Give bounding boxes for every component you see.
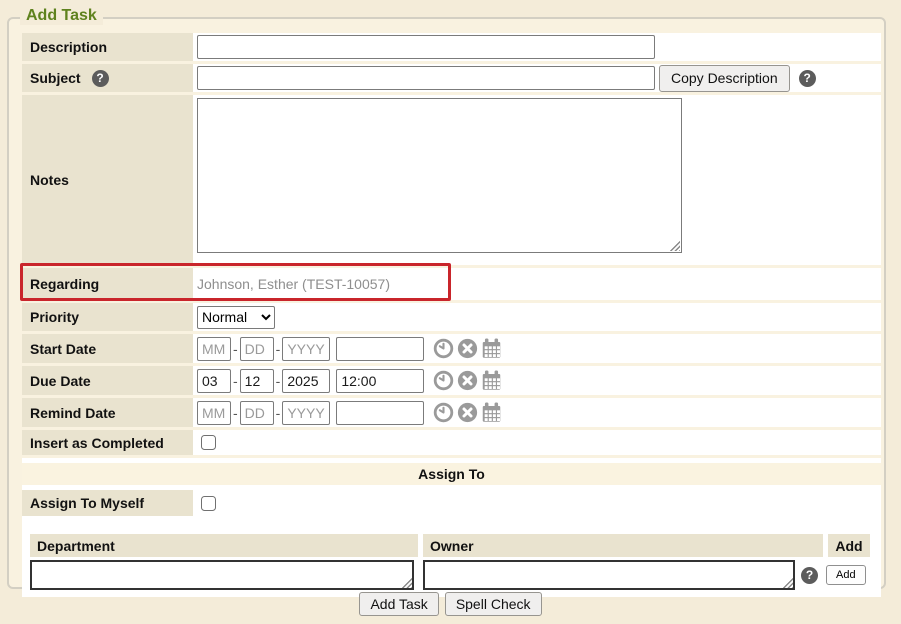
department-column-header: Department	[30, 534, 418, 557]
start-date-time-input[interactable]	[336, 337, 424, 361]
date-separator: -	[276, 373, 281, 389]
add-column-header: Add	[828, 534, 870, 557]
description-row: Description	[22, 33, 881, 61]
insert-completed-label: Insert as Completed	[22, 430, 193, 455]
clear-date-icon[interactable]	[457, 370, 478, 391]
owner-input[interactable]	[423, 560, 795, 590]
spell-check-button[interactable]: Spell Check	[445, 592, 542, 616]
remind-date-row: Remind Date - -	[22, 398, 881, 427]
help-icon[interactable]: ?	[92, 70, 109, 87]
notes-label: Notes	[22, 95, 193, 265]
clear-date-icon[interactable]	[457, 402, 478, 423]
priority-label: Priority	[22, 303, 193, 331]
department-input[interactable]	[30, 560, 414, 590]
date-separator: -	[233, 341, 238, 357]
subject-row: Subject ? Copy Description ?	[22, 64, 881, 92]
regarding-value: Johnson, Esther (TEST-10057)	[197, 276, 390, 292]
clock-icon[interactable]	[433, 338, 454, 359]
panel-title: Add Task	[20, 7, 103, 25]
assign-myself-checkbox[interactable]	[201, 496, 216, 511]
start-date-month-input[interactable]	[197, 337, 231, 361]
due-date-day-input[interactable]	[240, 369, 274, 393]
assign-table: Department Owner Add ? Add	[22, 532, 881, 597]
insert-completed-row: Insert as Completed	[22, 430, 881, 455]
regarding-row: Regarding Johnson, Esther (TEST-10057)	[22, 268, 881, 300]
remind-date-label: Remind Date	[22, 398, 193, 427]
remind-date-month-input[interactable]	[197, 401, 231, 425]
remind-date-year-input[interactable]	[282, 401, 330, 425]
start-date-day-input[interactable]	[240, 337, 274, 361]
clock-icon[interactable]	[433, 370, 454, 391]
due-date-row: Due Date - -	[22, 366, 881, 395]
calendar-icon[interactable]	[481, 402, 502, 423]
due-date-month-input[interactable]	[197, 369, 231, 393]
date-separator: -	[233, 373, 238, 389]
date-separator: -	[276, 405, 281, 421]
help-icon[interactable]: ?	[799, 70, 816, 87]
add-task-button[interactable]: Add Task	[359, 592, 438, 616]
due-date-time-input[interactable]	[336, 369, 424, 393]
date-separator: -	[233, 405, 238, 421]
subject-label: Subject	[30, 70, 81, 86]
priority-row: Priority Normal	[22, 303, 881, 331]
copy-description-button[interactable]: Copy Description	[659, 65, 790, 92]
insert-completed-checkbox[interactable]	[201, 435, 216, 450]
assign-myself-row: Assign To Myself	[22, 490, 881, 516]
owner-column-header: Owner	[423, 534, 823, 557]
start-date-year-input[interactable]	[282, 337, 330, 361]
description-input[interactable]	[197, 35, 655, 59]
clear-date-icon[interactable]	[457, 338, 478, 359]
remind-date-day-input[interactable]	[240, 401, 274, 425]
add-task-panel: Add Task Description Subject ? Copy Desc…	[7, 17, 886, 589]
due-date-label: Due Date	[22, 366, 193, 395]
start-date-row: Start Date - -	[22, 334, 881, 363]
calendar-icon[interactable]	[481, 338, 502, 359]
calendar-icon[interactable]	[481, 370, 502, 391]
regarding-label: Regarding	[22, 268, 193, 300]
help-icon[interactable]: ?	[801, 567, 818, 584]
date-separator: -	[276, 341, 281, 357]
start-date-label: Start Date	[22, 334, 193, 363]
remind-date-time-input[interactable]	[336, 401, 424, 425]
priority-select[interactable]: Normal	[197, 306, 275, 329]
clock-icon[interactable]	[433, 402, 454, 423]
footer-actions: Add Task Spell Check	[0, 592, 901, 616]
assign-myself-label: Assign To Myself	[22, 490, 193, 516]
notes-row: Notes	[22, 95, 881, 265]
description-label: Description	[22, 33, 193, 61]
subject-input[interactable]	[197, 66, 655, 90]
notes-textarea[interactable]	[197, 98, 682, 253]
assign-to-section-header: Assign To	[22, 463, 881, 485]
spacer	[22, 516, 881, 532]
due-date-year-input[interactable]	[282, 369, 330, 393]
add-assignment-button[interactable]: Add	[826, 565, 866, 585]
